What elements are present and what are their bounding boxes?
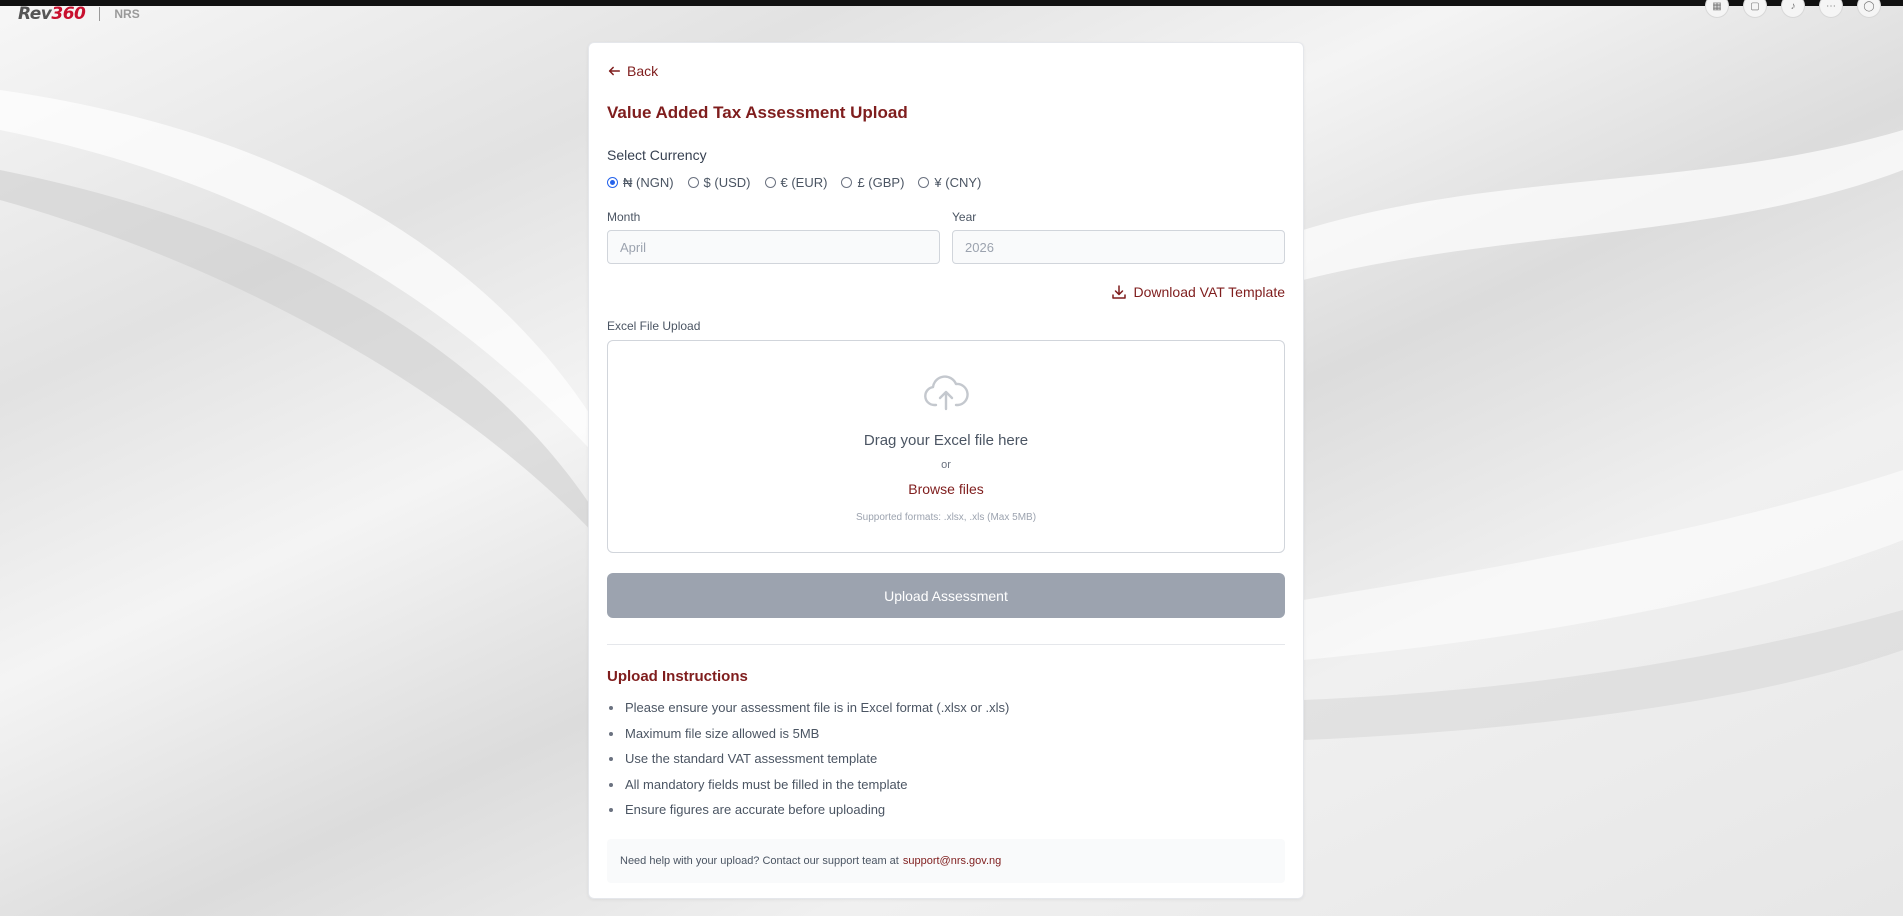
instructions-list: Please ensure your assessment file is in… <box>607 695 1285 823</box>
or-text: or <box>941 459 951 471</box>
support-email-link[interactable]: support@nrs.gov.ng <box>903 855 1001 867</box>
list-item: Maximum file size allowed is 5MB <box>607 721 1285 747</box>
upload-card: Back Value Added Tax Assessment Upload S… <box>588 42 1304 899</box>
file-dropzone[interactable]: Drag your Excel file here or Browse file… <box>607 340 1285 553</box>
top-strip <box>0 0 1903 6</box>
download-icon <box>1111 285 1126 299</box>
calendar-icon[interactable]: ▦ <box>1705 0 1729 18</box>
radio-dot[interactable] <box>841 177 853 188</box>
download-label: Download VAT Template <box>1133 284 1286 300</box>
year-label: Year <box>952 210 977 224</box>
bell-icon[interactable]: ♪ <box>1781 0 1805 18</box>
currency-radio-cny[interactable]: ¥ (CNY) <box>918 175 981 190</box>
arrow-left-icon <box>608 66 621 76</box>
logo-separator <box>99 7 101 21</box>
month-label: Month <box>607 210 641 224</box>
cloud-upload-icon <box>922 373 970 418</box>
currency-radio-group: ₦ (NGN) $ (USD) € (EUR) £ (GBP) ¥ (CNY) <box>607 175 1285 190</box>
list-item: Use the standard VAT assessment template <box>607 746 1285 772</box>
clipboard-icon[interactable]: ▢ <box>1743 0 1767 18</box>
supported-formats-text: Supported formats: .xlsx, .xls (Max 5MB) <box>855 512 1037 523</box>
help-text: Need help with your upload? Contact our … <box>620 854 899 867</box>
divider <box>607 644 1285 645</box>
currency-radio-eur[interactable]: € (EUR) <box>764 175 827 190</box>
list-item: All mandatory fields must be filled in t… <box>607 772 1285 798</box>
radio-dot[interactable] <box>607 177 618 188</box>
logo-nrs: NRS <box>114 7 140 21</box>
year-input[interactable] <box>952 230 1285 264</box>
excel-upload-label: Excel File Upload <box>607 319 701 333</box>
instructions-title: Upload Instructions <box>607 668 748 685</box>
back-label: Back <box>627 63 659 79</box>
list-item: Please ensure your assessment file is in… <box>607 695 1285 721</box>
currency-label: Select Currency <box>607 147 707 163</box>
help-box: Need help with your upload? Contact our … <box>607 838 1285 883</box>
browse-files-link[interactable]: Browse files <box>908 481 983 497</box>
back-button[interactable]: Back <box>607 63 658 79</box>
period-fields: Month Year <box>607 210 1285 264</box>
drag-text: Drag your Excel file here <box>863 432 1029 449</box>
list-item: Ensure figures are accurate before uploa… <box>607 797 1285 823</box>
logo-rev360: Rev360 <box>18 4 86 24</box>
download-row: Download VAT Template <box>607 284 1285 300</box>
upload-assessment-button[interactable]: Upload Assessment <box>607 573 1285 618</box>
page-title: Value Added Tax Assessment Upload <box>607 103 908 122</box>
radio-dot[interactable] <box>764 177 776 188</box>
currency-radio-ngn[interactable]: ₦ (NGN) <box>607 175 674 190</box>
currency-radio-usd[interactable]: $ (USD) <box>687 175 751 190</box>
currency-radio-gbp[interactable]: £ (GBP) <box>841 175 904 190</box>
radio-dot[interactable] <box>687 177 699 188</box>
year-field: Year <box>952 210 1285 264</box>
top-nav-icons: ▦ ▢ ♪ ⋯ ◯ <box>1705 0 1881 18</box>
month-input[interactable] <box>607 230 940 264</box>
download-template-link[interactable]: Download VAT Template <box>1111 284 1286 300</box>
radio-dot[interactable] <box>918 177 930 188</box>
more-icon[interactable]: ⋯ <box>1819 0 1843 18</box>
month-field: Month <box>607 210 940 264</box>
logo[interactable]: Rev360 NRS <box>18 4 140 24</box>
user-icon[interactable]: ◯ <box>1857 0 1881 18</box>
